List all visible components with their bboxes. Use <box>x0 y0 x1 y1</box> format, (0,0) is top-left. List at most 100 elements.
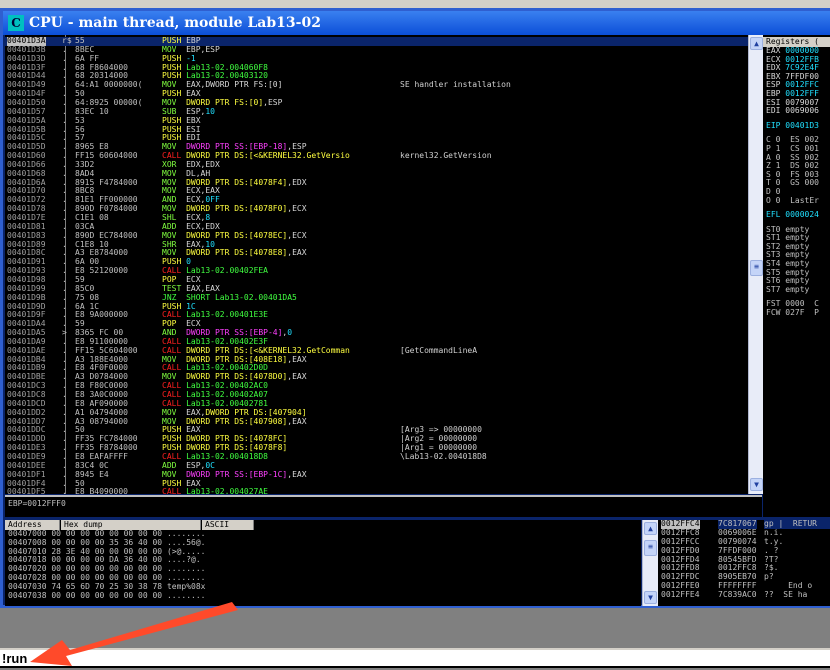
stack-pane[interactable]: 0012FFC4 7C817067 gp | RETUR 0012FFC8 006900… <box>658 520 830 606</box>
mnemonic: PUSH <box>162 425 182 435</box>
operand: Lab13-02.00402FEA <box>186 266 268 276</box>
disasm-row[interactable]: 00401D60. FF15 60604000 CALL DWORD PTR DS:… <box>5 151 748 161</box>
scroll-up-icon[interactable]: ▲ <box>644 522 657 535</box>
operand: Lab13-02.00403120 <box>186 71 268 81</box>
disasm-row[interactable]: 00401D99. 85C0 TEST EAX,EAX <box>5 283 748 294</box>
scroll-thumb[interactable]: ≡ <box>750 260 763 276</box>
disasm-row[interactable]: 00401DE9. E8 EAFAFFFF CALL Lab13-02.004018… <box>5 451 748 462</box>
mnemonic: MOV <box>162 416 177 426</box>
operand: ECX,EAX <box>186 186 220 196</box>
operand: Lab13-02.00402E3F <box>186 336 268 346</box>
disasm-row[interactable]: 00401D8C. A3 E8784000 MOV DWORD PTR DS:[40… <box>5 248 748 258</box>
disasm-row[interactable]: 00401D93. E8 52120000 CALL Lab13-02.00402F… <box>5 266 748 276</box>
disasm-row[interactable]: 00401D5C. 57 PUSH EDI <box>5 133 748 143</box>
disasm-row[interactable]: 00401D50. 64:8925 00000(MOV DWORD PTR FS:… <box>5 98 748 108</box>
operand: ,EAX <box>287 469 307 479</box>
disasm-row[interactable]: 00401D7E. C1E1 08 SHL ECX,8 <box>5 213 748 223</box>
operand: DL,AH <box>186 168 211 178</box>
window-title-bar[interactable]: C CPU - main thread, module Lab13-02 <box>3 11 830 35</box>
mnemonic: MOV <box>162 354 177 364</box>
disasm-row[interactable]: 00401D3A r$ 55 PUSH EBP <box>5 36 748 46</box>
mnemonic: JNZ <box>162 292 177 302</box>
col-ascii[interactable]: ASCII <box>202 520 254 530</box>
operand: EAX,DWORD PTR FS:[0] <box>186 80 283 90</box>
operand: ESI <box>186 124 201 134</box>
mnemonic: SHL <box>162 213 177 222</box>
disasm-row[interactable]: 00401D3B. 8BEC MOV EBP,ESP <box>5 44 748 55</box>
operand: ,ESP <box>287 142 307 152</box>
disasm-row[interactable]: 00401D49. 64:A1 0000000(MOV EAX,DWORD PTR… <box>5 80 748 90</box>
disasm-row[interactable]: 00401DF5. E8 B4090000 CALL Lab13-02.004027… <box>5 487 748 494</box>
marker: . <box>62 487 67 494</box>
window-title: CPU - main thread, module Lab13-02 <box>29 15 321 31</box>
operand: DWORD PTR SS:[EBP-1C] <box>186 469 288 479</box>
operand: EAX,EAX <box>186 283 220 293</box>
disasm-row[interactable]: 00401D78. 890D F0784000 MOV DWORD PTR DS:[… <box>5 204 748 214</box>
disasm-row[interactable]: 00401DD7. A3 08794000 MOV DWORD PTR DS:[40… <box>5 416 748 427</box>
cpu-window: C CPU - main thread, module Lab13-02 004… <box>0 8 830 608</box>
scroll-down-icon[interactable]: ▼ <box>750 478 763 491</box>
stack-address: 0012FFE4 <box>661 590 700 600</box>
scroll-up-icon[interactable]: ▲ <box>750 37 763 50</box>
disasm-row[interactable]: 00401D5B. 56 PUSH ESI <box>5 124 748 135</box>
mnemonic: CALL <box>162 451 182 461</box>
disasm-row[interactable]: 00401DF1. 8945 E4 MOV DWORD PTR SS:[EBP-1C… <box>5 469 748 480</box>
disasm-row[interactable]: 00401DEE. 83C4 0C ADD ESP,0C <box>5 461 748 471</box>
fpu-register[interactable]: ST7 empty <box>766 285 830 295</box>
operand: ,EAX <box>287 248 307 258</box>
mnemonic: PUSH <box>162 89 182 99</box>
instruction: CALL Lab13-02.004027AE <box>162 487 268 494</box>
operand: 8 <box>205 213 211 222</box>
scroll-thumb[interactable]: ≡ <box>644 540 657 556</box>
operand: ECX, <box>186 213 206 222</box>
stack-scrollbar[interactable]: ▲ ≡ ▼ <box>642 520 658 606</box>
register-value[interactable]: 0069006 <box>785 106 819 115</box>
address: 00401DF5 <box>7 487 46 494</box>
operand: ,EDX <box>287 177 307 187</box>
eip-register[interactable]: EIP 00401D3 <box>766 121 830 131</box>
disasm-row[interactable]: 00401D5A. 53 PUSH EBX <box>5 116 748 126</box>
register-line[interactable]: EDI 0069006 <box>766 106 830 116</box>
disassembly-scrollbar[interactable]: ▲ ≡ ▼ <box>748 35 763 494</box>
mnemonic: MOV <box>162 177 177 187</box>
disasm-row[interactable]: 00401D6A. 8915 F4784000 MOV DWORD PTR DS:[… <box>5 177 748 188</box>
operand: 0 <box>186 257 191 267</box>
operand: EBP <box>186 36 201 45</box>
disasm-row[interactable]: 00401D9F. E8 9A000000 CALL Lab13-02.00401E… <box>5 310 748 320</box>
col-hex-dump[interactable]: Hex dump <box>61 520 201 530</box>
mnemonic: MOV <box>162 44 177 54</box>
operand: Lab13-02.00402A07 <box>186 390 268 399</box>
disassembly-pane[interactable]: 00401D3A r$ 55 PUSH EBP 00401D3B. 8BEC MOV EBP… <box>5 35 748 494</box>
col-address[interactable]: Address <box>5 520 60 530</box>
mnemonic: CALL <box>162 381 182 391</box>
stack-comment: ?? SE ha <box>764 590 808 600</box>
mnemonic: CALL <box>162 487 182 494</box>
operand: DWORD PTR DS:[4078F0] <box>186 204 288 214</box>
disasm-row[interactable]: 00401D9B. 75 08 JNZ SHORT Lab13-02.00401DA… <box>5 292 748 303</box>
flag-line[interactable]: O 0 LastEr <box>766 196 830 206</box>
mnemonic: PUSH <box>162 124 182 134</box>
operand: 1C <box>186 301 196 311</box>
mnemonic: MOV <box>162 186 177 196</box>
stack-row[interactable]: 0012FFE4 7C839AC0 ?? SE ha <box>658 590 830 600</box>
comment: [GetCommandLineA <box>400 345 478 355</box>
top-strip <box>0 0 830 8</box>
operand: EAX <box>186 89 201 99</box>
operand: Lab13-02.00401E3E <box>186 310 268 320</box>
disasm-row[interactable]: 00401D57. 83EC 10 SUB ESP,10 <box>5 107 748 117</box>
mnemonic: CALL <box>162 398 182 408</box>
comment: \Lab13-02.004018D8 <box>400 451 487 461</box>
mnemonic: MOV <box>162 168 177 178</box>
dump-pane[interactable]: 00407000 00 00 00 00 00 00 00 00 .......… <box>5 530 641 606</box>
mnemonic: MOV <box>162 407 177 417</box>
efl-register[interactable]: EFL 0000024 <box>766 210 830 220</box>
registers-pane[interactable]: Registers (EAX 0000000 ECX 0012FFB EDX 7C9… <box>763 35 830 517</box>
disasm-row[interactable]: 00401D66. 33D2 XOR EDX,EDX <box>5 160 748 170</box>
scroll-down-icon[interactable]: ▼ <box>644 591 657 604</box>
dump-row[interactable]: 00407038 00 00 00 00 00 00 00 00 .......… <box>8 591 641 601</box>
disasm-row[interactable]: 00401D98. 59 POP ECX <box>5 275 748 285</box>
command-line-input[interactable]: !run <box>0 648 830 668</box>
disasm-row[interactable]: 00401D83. 890D EC784000 MOV DWORD PTR DS:[… <box>5 230 748 241</box>
mnemonic: PUSH <box>162 257 182 267</box>
operand: DWORD PTR DS:[4078EC] <box>186 230 288 240</box>
